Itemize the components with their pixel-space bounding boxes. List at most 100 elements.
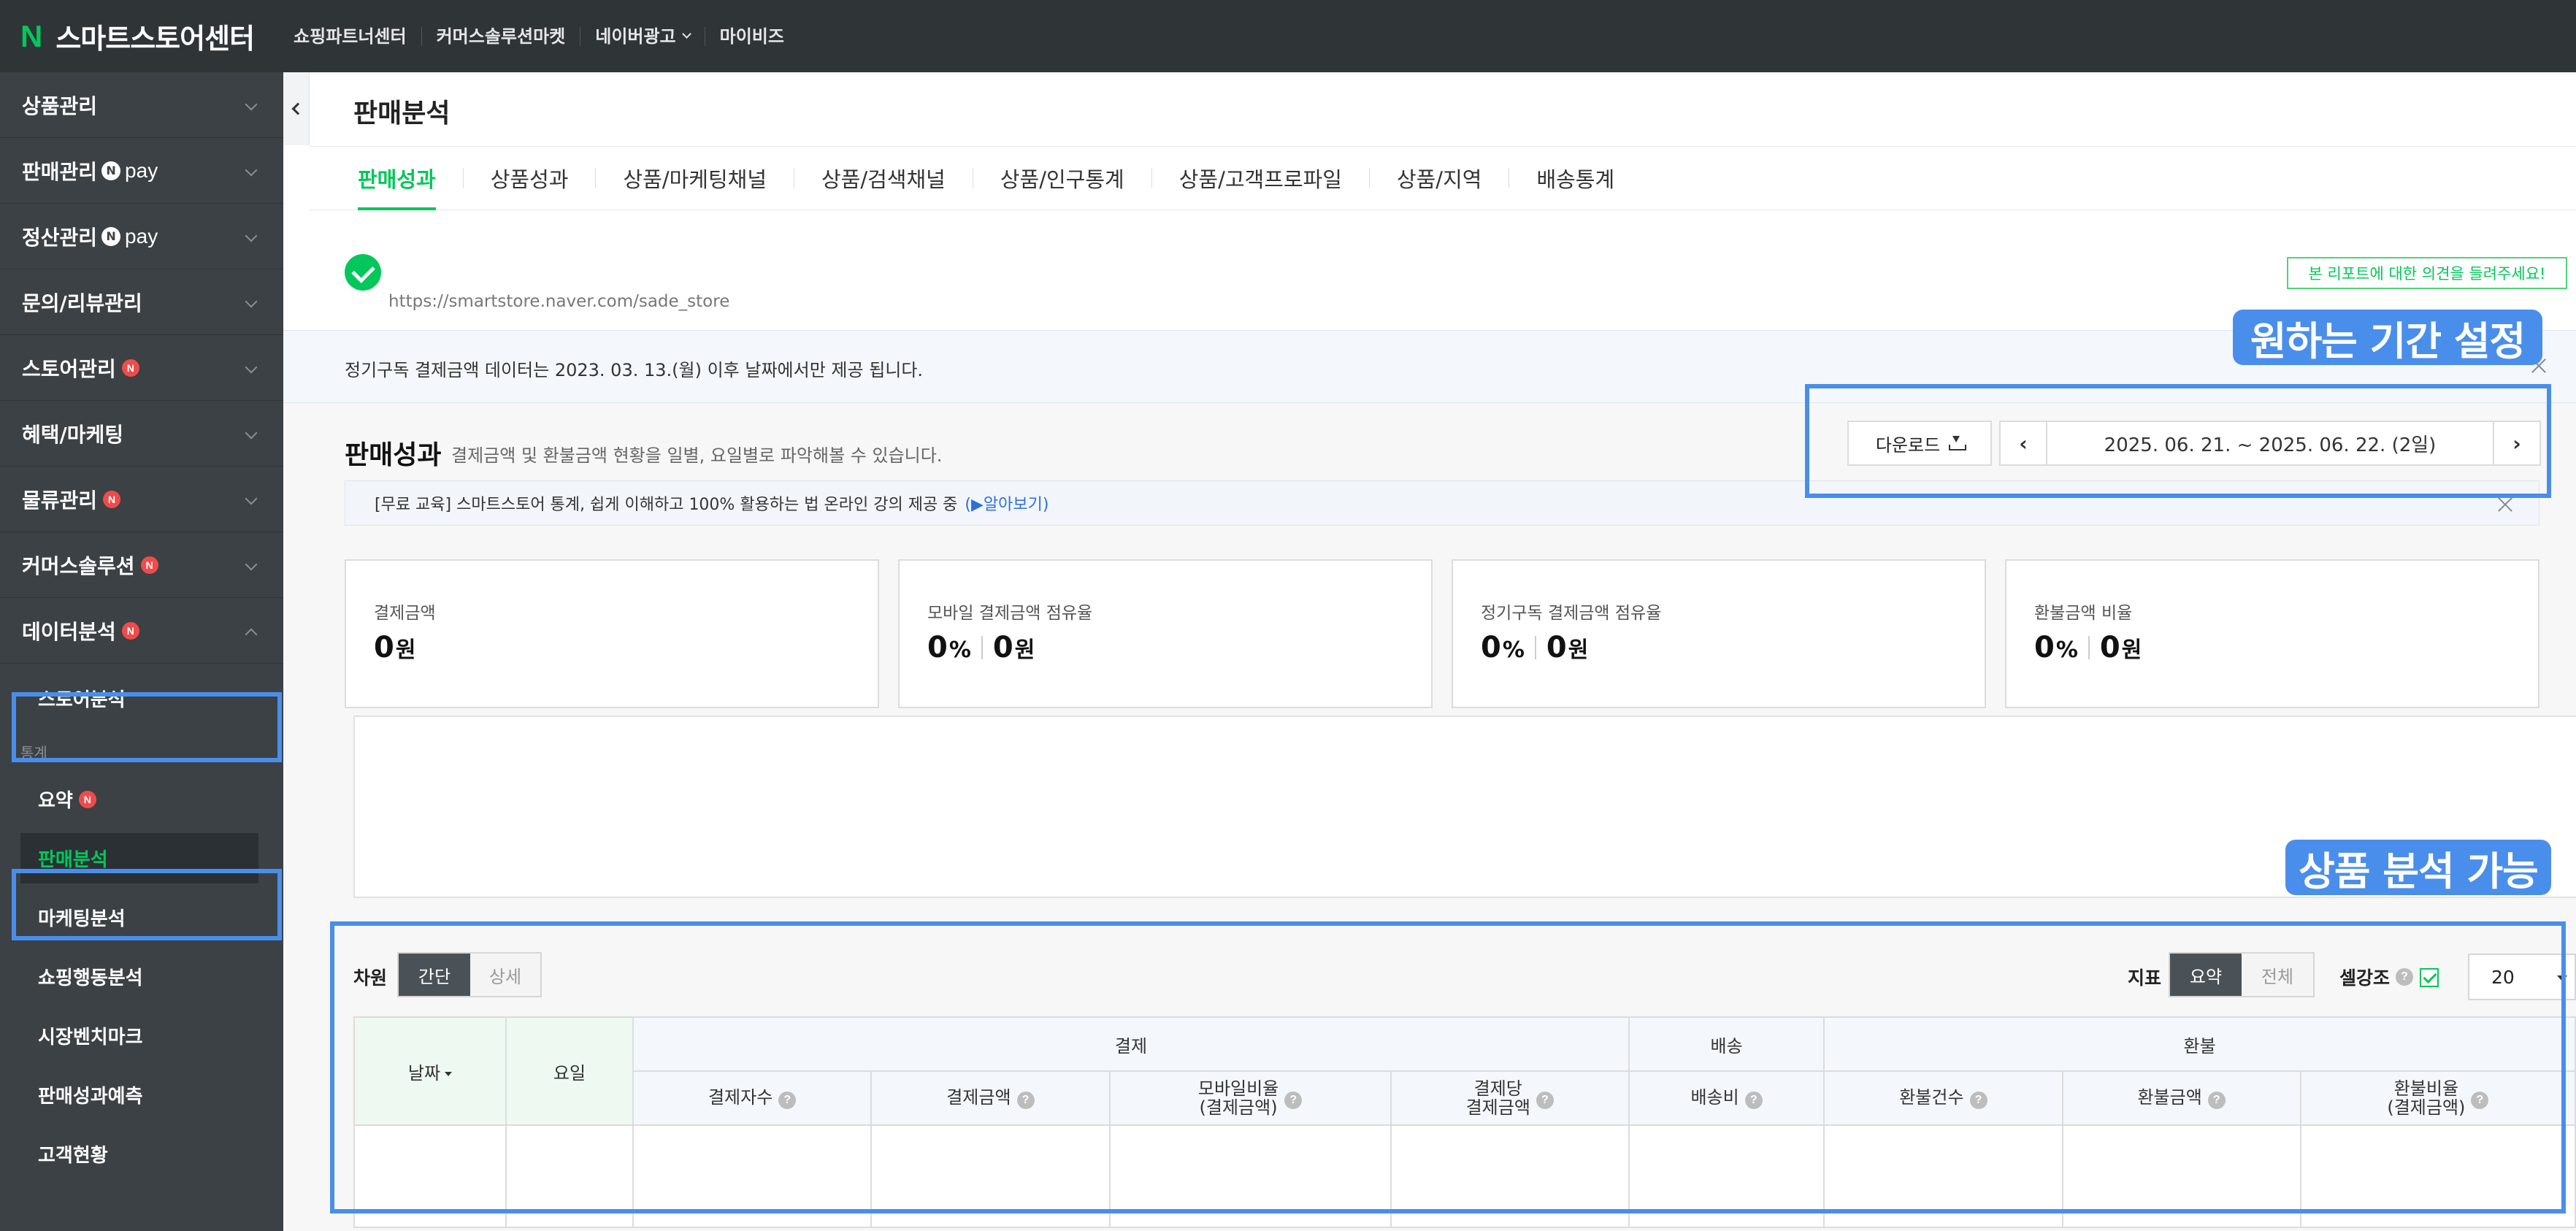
app-title: 스마트스토어센터 <box>55 23 255 55</box>
metric-card-mobile-share: 모바일 결제금액 점유율 0% 0 원 <box>898 559 1433 708</box>
tab-product-customer-profile[interactable]: 상품/고객프로파일 <box>1152 146 1369 210</box>
top-nav: 쇼핑파트너센터 커머스솔루션마켓 네이버광고 마이비즈 <box>279 26 799 47</box>
sidebar-sub-shopping-behavior[interactable]: 쇼핑행동분석 <box>0 947 283 1006</box>
card-value: 0% 0 원 <box>1481 631 1588 664</box>
brand[interactable]: N 스마트스토어센터 <box>20 16 255 56</box>
topnav-naver-ads-label: 네이버광고 <box>595 26 676 47</box>
tab-product-performance[interactable]: 상품성과 <box>464 146 596 210</box>
sidebar-sub-market-benchmark[interactable]: 시장벤치마크 <box>0 1006 283 1065</box>
sidebar-item-sales[interactable]: 판매관리 Npay <box>0 138 283 204</box>
sidebar-item-inquiry-review[interactable]: 문의/리뷰관리 <box>0 269 283 335</box>
sidebar-item-settlement[interactable]: 정산관리 Npay <box>0 204 283 269</box>
pct-unit: % <box>1502 637 1525 663</box>
sidebar-item-label: 정산관리 <box>22 225 98 250</box>
value-number: 0 <box>992 631 1013 664</box>
sidebar-item-label: 커머스솔루션 <box>22 553 135 578</box>
store-logo-icon <box>345 254 381 291</box>
tab-product-marketing-channel[interactable]: 상품/마케팅채널 <box>596 146 794 210</box>
value-unit: 원 <box>2121 637 2142 663</box>
chevron-down-icon <box>245 164 258 177</box>
sidebar-item-label: 판매관리 <box>22 159 98 184</box>
tab-product-search-channel[interactable]: 상품/검색채널 <box>794 146 973 210</box>
chart-area <box>353 716 2576 898</box>
value-divider <box>1534 636 1536 659</box>
topnav-mybiz[interactable]: 마이비즈 <box>705 27 799 46</box>
close-icon[interactable] <box>2497 496 2513 513</box>
top-bar: N 스마트스토어센터 쇼핑파트너센터 커머스솔루션마켓 네이버광고 마이비즈 <box>0 0 2576 72</box>
card-value: 0% 0 원 <box>2034 631 2142 664</box>
chevron-up-icon <box>245 628 258 641</box>
sidebar-item-label: 스토어관리 <box>22 356 116 381</box>
value-unit: 원 <box>1568 637 1589 663</box>
card-label: 결제금액 <box>374 604 436 623</box>
highlight-box-table <box>330 921 2566 1213</box>
topnav-commerce-solution-market[interactable]: 커머스솔루션마켓 <box>422 26 581 46</box>
tab-sales-performance[interactable]: 판매성과 <box>358 146 463 210</box>
sidebar-sub-label: 판매성과예측 <box>38 1086 143 1108</box>
sidebar-item-product[interactable]: 상품관리 <box>0 72 283 138</box>
tab-delivery-stats[interactable]: 배송통계 <box>1509 146 1641 210</box>
sidebar-item-logistics[interactable]: 물류관리 N <box>0 467 283 532</box>
edu-link[interactable]: (▶알아보기) <box>965 491 1049 515</box>
new-badge: N <box>103 490 121 508</box>
card-label: 정기구독 결제금액 점유율 <box>1481 604 1662 623</box>
sidebar-item-commerce-solution[interactable]: 커머스솔루션 N <box>0 532 283 598</box>
sidebar-sub-label: 고객현황 <box>38 1145 108 1167</box>
sidebar-sub-sales-forecast[interactable]: 판매성과예측 <box>0 1065 283 1124</box>
store-url[interactable]: https://smartstore.naver.com/sade_store <box>388 292 729 311</box>
value-number: 0 <box>374 631 394 664</box>
pct-number: 0 <box>2034 631 2055 664</box>
topnav-naver-ads[interactable]: 네이버광고 <box>580 26 705 47</box>
pct-number: 0 <box>927 631 948 664</box>
card-label: 모바일 결제금액 점유율 <box>927 604 1093 623</box>
value-divider <box>2088 636 2090 659</box>
callout-period: 원하는 기간 설정 <box>2233 310 2542 365</box>
metric-card-payment: 결제금액 0원 <box>345 559 879 708</box>
sidebar-item-data-analysis[interactable]: 데이터분석 N <box>0 598 283 664</box>
chevron-down-icon <box>245 558 258 571</box>
highlight-box-store-analysis <box>12 692 282 762</box>
new-badge: N <box>121 621 139 640</box>
tab-bar: 판매성과 상품성과 상품/마케팅채널 상품/검색채널 상품/인구통계 상품/고객… <box>310 146 2576 210</box>
new-badge: N <box>140 556 158 574</box>
highlight-box-period <box>1805 384 2551 498</box>
sidebar-item-store[interactable]: 스토어관리 N <box>0 335 283 401</box>
sidebar-item-label: 혜택/마케팅 <box>22 422 124 447</box>
sidebar-item-label: 데이터분석 <box>22 619 116 644</box>
edu-text: [무료 교육] 스마트스토어 통계, 쉽게 이해하고 100% 활용하는 법 온… <box>375 496 958 514</box>
sidebar-collapse-button[interactable] <box>283 72 310 145</box>
value-unit: 원 <box>1014 637 1035 663</box>
pct-number: 0 <box>1481 631 1501 664</box>
pct-unit: % <box>948 637 971 663</box>
sidebar-sub-customer-status[interactable]: 고객현황 <box>0 1124 283 1184</box>
sidebar-sub-label: 쇼핑행동분석 <box>38 967 143 989</box>
sidebar-item-label: 문의/리뷰관리 <box>22 291 142 315</box>
callout-product: 상품 분석 가능 <box>2285 840 2551 895</box>
chevron-down-icon <box>245 361 258 374</box>
sidebar: 상품관리 판매관리 Npay 정산관리 Npay 문의/리뷰관리 스토어관리 N 혜택… <box>0 72 283 1231</box>
feedback-button[interactable]: 본 리포트에 대한 의견을 들려주세요! <box>2287 257 2567 289</box>
sidebar-item-label: 상품관리 <box>22 93 98 118</box>
value-unit: 원 <box>395 637 416 663</box>
chevron-left-icon <box>291 102 304 115</box>
metric-card-refund-ratio: 환불금액 비율 0% 0 원 <box>2005 559 2539 708</box>
tab-product-region[interactable]: 상품/지역 <box>1370 146 1509 210</box>
value-number: 0 <box>1546 631 1567 664</box>
sidebar-sub-label: 판매분석 <box>38 849 108 871</box>
new-badge: N <box>121 358 139 377</box>
tab-product-demographics[interactable]: 상품/인구통계 <box>973 146 1151 210</box>
npay-icon: Npay <box>101 225 158 248</box>
card-value: 0% 0 원 <box>927 631 1035 664</box>
sidebar-sub-summary[interactable]: 요약 N <box>0 770 283 829</box>
notice-text: 정기구독 결제금액 데이터는 2023. 03. 13.(월) 이후 날짜에서만… <box>345 360 924 380</box>
value-divider <box>981 636 983 659</box>
topnav-shopping-partner[interactable]: 쇼핑파트너센터 <box>279 26 422 46</box>
naver-logo: N <box>20 18 43 53</box>
metric-card-subscription-share: 정기구독 결제금액 점유율 0% 0 원 <box>1452 559 1986 708</box>
chevron-down-icon <box>245 98 258 111</box>
chevron-down-icon <box>245 492 258 505</box>
card-value: 0원 <box>374 631 415 664</box>
sidebar-sub-label: 요약 <box>38 790 73 812</box>
highlight-box-sales-analysis <box>12 869 282 940</box>
sidebar-item-benefit-marketing[interactable]: 혜택/마케팅 <box>0 401 283 467</box>
